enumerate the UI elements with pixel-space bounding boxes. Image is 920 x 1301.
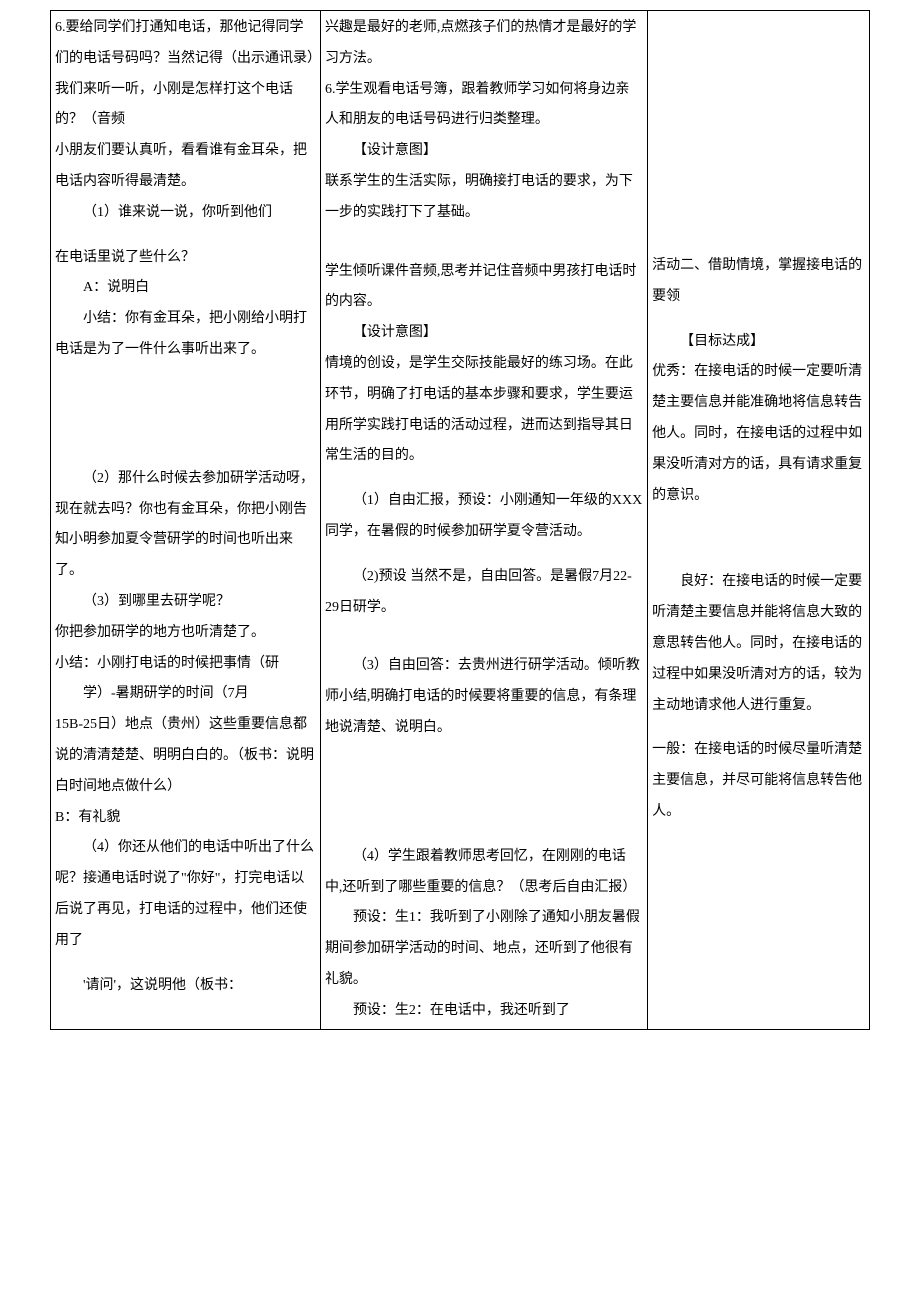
text-block: 6.学生观看电话号簿，跟着教师学习如何将身边亲人和朋友的电话号码进行归类整理。	[325, 75, 643, 137]
text-block: 一般：在接电话的时候尽量听清楚主要信息，并尽可能将信息转告他人。	[652, 735, 865, 827]
text-block: 联系学生的生活实际，明确接打电话的要求，为下一步的实践打下了基础。	[325, 167, 643, 229]
text-block: 兴趣是最好的老师,点燃孩子们的热情才是最好的学习方法。	[325, 13, 643, 75]
text-block: （3）到哪里去研学呢？	[55, 587, 316, 618]
text-block: 良好：在接电话的时候一定要听清楚主要信息并能将信息大致的意思转告他人。同时，在接…	[652, 567, 865, 721]
text-block: B：有礼貌	[55, 803, 316, 834]
text-block: 情境的创设，是学生交际技能最好的练习场。在此环节，明确了打电话的基本步骤和要求，…	[325, 349, 643, 472]
lesson-plan-table: 6.要给同学们打通知电话，那他记得同学们的电话号码吗？当然记得（出示通讯录）我们…	[50, 10, 870, 1030]
text-block: A：说明白	[55, 273, 316, 304]
column-student-activity: 兴趣是最好的老师,点燃孩子们的热情才是最好的学习方法。 6.学生观看电话号簿，跟…	[321, 11, 648, 1029]
text-block: 15B-25日）地点（贵州）这些重要信息都说的清清楚楚、明明白白的。（板书：说明…	[55, 710, 316, 802]
text-block: （3）自由回答：去贵州进行研学活动。倾听教师小结,明确打电话的时候要将重要的信息…	[325, 651, 643, 743]
design-intent-label: 【设计意图】	[325, 318, 643, 349]
activity-heading: 活动二、借助情境，掌握接电话的要领	[652, 251, 865, 313]
text-block: 你把参加研学的地方也听清楚了。	[55, 618, 316, 649]
text-block: 优秀：在接电话的时候一定要听清楚主要信息并能准确地将信息转告他人。同时，在接电话…	[652, 357, 865, 511]
text-block: 小结：你有金耳朵，把小刚给小明打电话是为了一件什么事听出来了。	[55, 304, 316, 366]
text-block: 预设：生2：在电话中，我还听到了	[325, 996, 643, 1027]
text-block: 小朋友们要认真听，看看谁有金耳朵，把电话内容听得最清楚。	[55, 136, 316, 198]
text-block: 小结：小刚打电话的时候把事情（研	[55, 649, 316, 680]
text-block: （1）谁来说一说，你听到他们	[55, 198, 316, 229]
goal-achievement-label: 【目标达成】	[652, 327, 865, 358]
text-block: （2)预设 当然不是，自由回答。是暑假7月22-29日研学。	[325, 562, 643, 624]
text-block: 学生倾听课件音频,思考并记住音频中男孩打电话时的内容。	[325, 257, 643, 319]
text-block: 预设：生1：我听到了小刚除了通知小朋友暑假期间参加研学活动的时间、地点，还听到了…	[325, 903, 643, 995]
column-assessment: 活动二、借助情境，掌握接电话的要领 【目标达成】 优秀：在接电话的时候一定要听清…	[648, 11, 869, 1029]
text-block: 在电话里说了些什么？	[55, 243, 316, 274]
text-block: （4）学生跟着教师思考回忆，在刚刚的电话中,还听到了哪些重要的信息？（思考后自由…	[325, 842, 643, 904]
text-block: （1）自由汇报，预设：小刚通知一年级的XXX同学，在暑假的时候参加研学夏令营活动…	[325, 486, 643, 548]
column-teacher-activity: 6.要给同学们打通知电话，那他记得同学们的电话号码吗？当然记得（出示通讯录）我们…	[51, 11, 321, 1029]
text-block: 6.要给同学们打通知电话，那他记得同学们的电话号码吗？当然记得（出示通讯录）我们…	[55, 13, 316, 136]
text-block: 学）-暑期研学的时间（7月	[55, 679, 316, 710]
text-block: （4）你还从他们的电话中听出了什么呢？接通电话时说了"你好"，打完电话以后说了再…	[55, 833, 316, 956]
text-block: （2）那什么时候去参加研学活动呀，现在就去吗？你也有金耳朵，你把小刚告知小明参加…	[55, 464, 316, 587]
design-intent-label: 【设计意图】	[325, 136, 643, 167]
text-block: '请问'，这说明他（板书：	[55, 971, 316, 1002]
